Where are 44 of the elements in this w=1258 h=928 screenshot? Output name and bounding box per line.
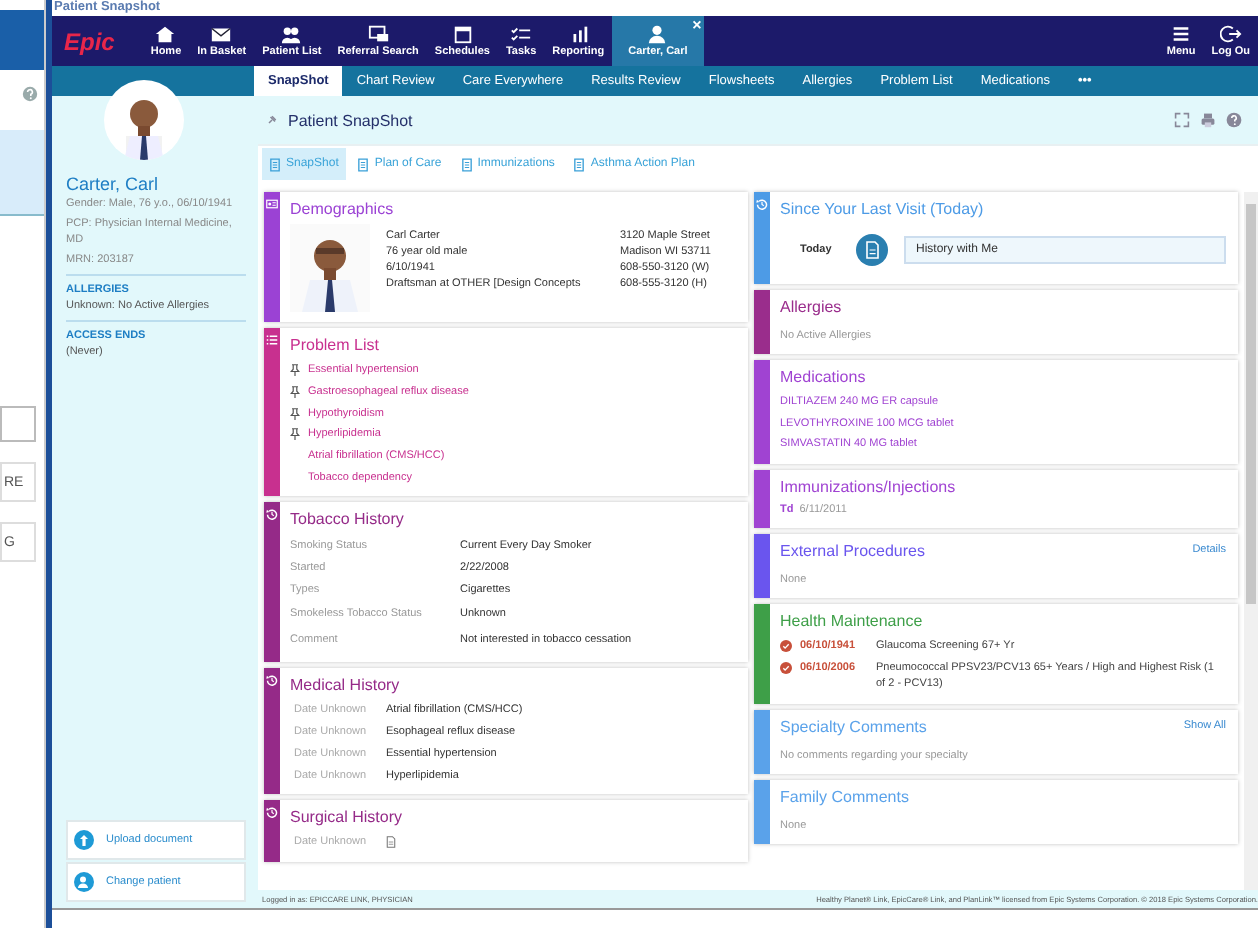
close-button[interactable]: × [692, 18, 702, 34]
section-title: Tobacco History [290, 508, 404, 531]
overdue-icon [780, 640, 792, 653]
section-title: External Procedures [780, 540, 925, 563]
people-icon [280, 24, 303, 44]
person-icon [74, 872, 94, 892]
selected-row[interactable] [0, 130, 44, 216]
overdue-icon [780, 662, 792, 675]
document-icon [358, 157, 369, 171]
upload-icon [74, 830, 94, 850]
expand-icon[interactable] [1174, 112, 1190, 128]
logo: Epic [64, 27, 115, 55]
section-title: Specialty Comments [780, 716, 927, 739]
section-title: Surgical History [290, 805, 403, 828]
tasks-icon [510, 24, 533, 44]
section-title: Immunizations/Injections [780, 476, 956, 499]
input-field[interactable] [0, 406, 36, 442]
calendar-icon [451, 24, 474, 44]
logout-icon [1219, 24, 1242, 44]
document-icon [461, 157, 472, 171]
patient-name: Carter, Carl [66, 174, 161, 194]
menu-icon [1170, 24, 1193, 44]
section-title: Medical History [290, 674, 400, 697]
section-title: Family Comments [780, 786, 909, 809]
section-title: Demographics [290, 198, 394, 220]
page-title: Patient SnapShot [288, 111, 413, 129]
document-icon[interactable] [386, 836, 396, 849]
document-icon [270, 157, 280, 171]
document-icon [574, 157, 585, 171]
help-icon[interactable] [1226, 112, 1242, 128]
section-title: Since Your Last Visit (Today) [780, 198, 984, 220]
mail-icon [210, 24, 233, 44]
print-icon[interactable] [1200, 112, 1216, 128]
section-title: Problem List [290, 334, 379, 356]
scrollbar[interactable] [1244, 192, 1258, 890]
section-title: Allergies [780, 296, 842, 318]
section-title: Health Maintenance [780, 610, 923, 633]
home-icon [154, 24, 177, 44]
section-title: Medications [780, 366, 866, 388]
pin-icon[interactable] [266, 114, 278, 126]
window-header [0, 10, 44, 70]
person-icon [646, 24, 669, 44]
help-icon[interactable] [22, 86, 38, 102]
document-icon [856, 234, 888, 266]
